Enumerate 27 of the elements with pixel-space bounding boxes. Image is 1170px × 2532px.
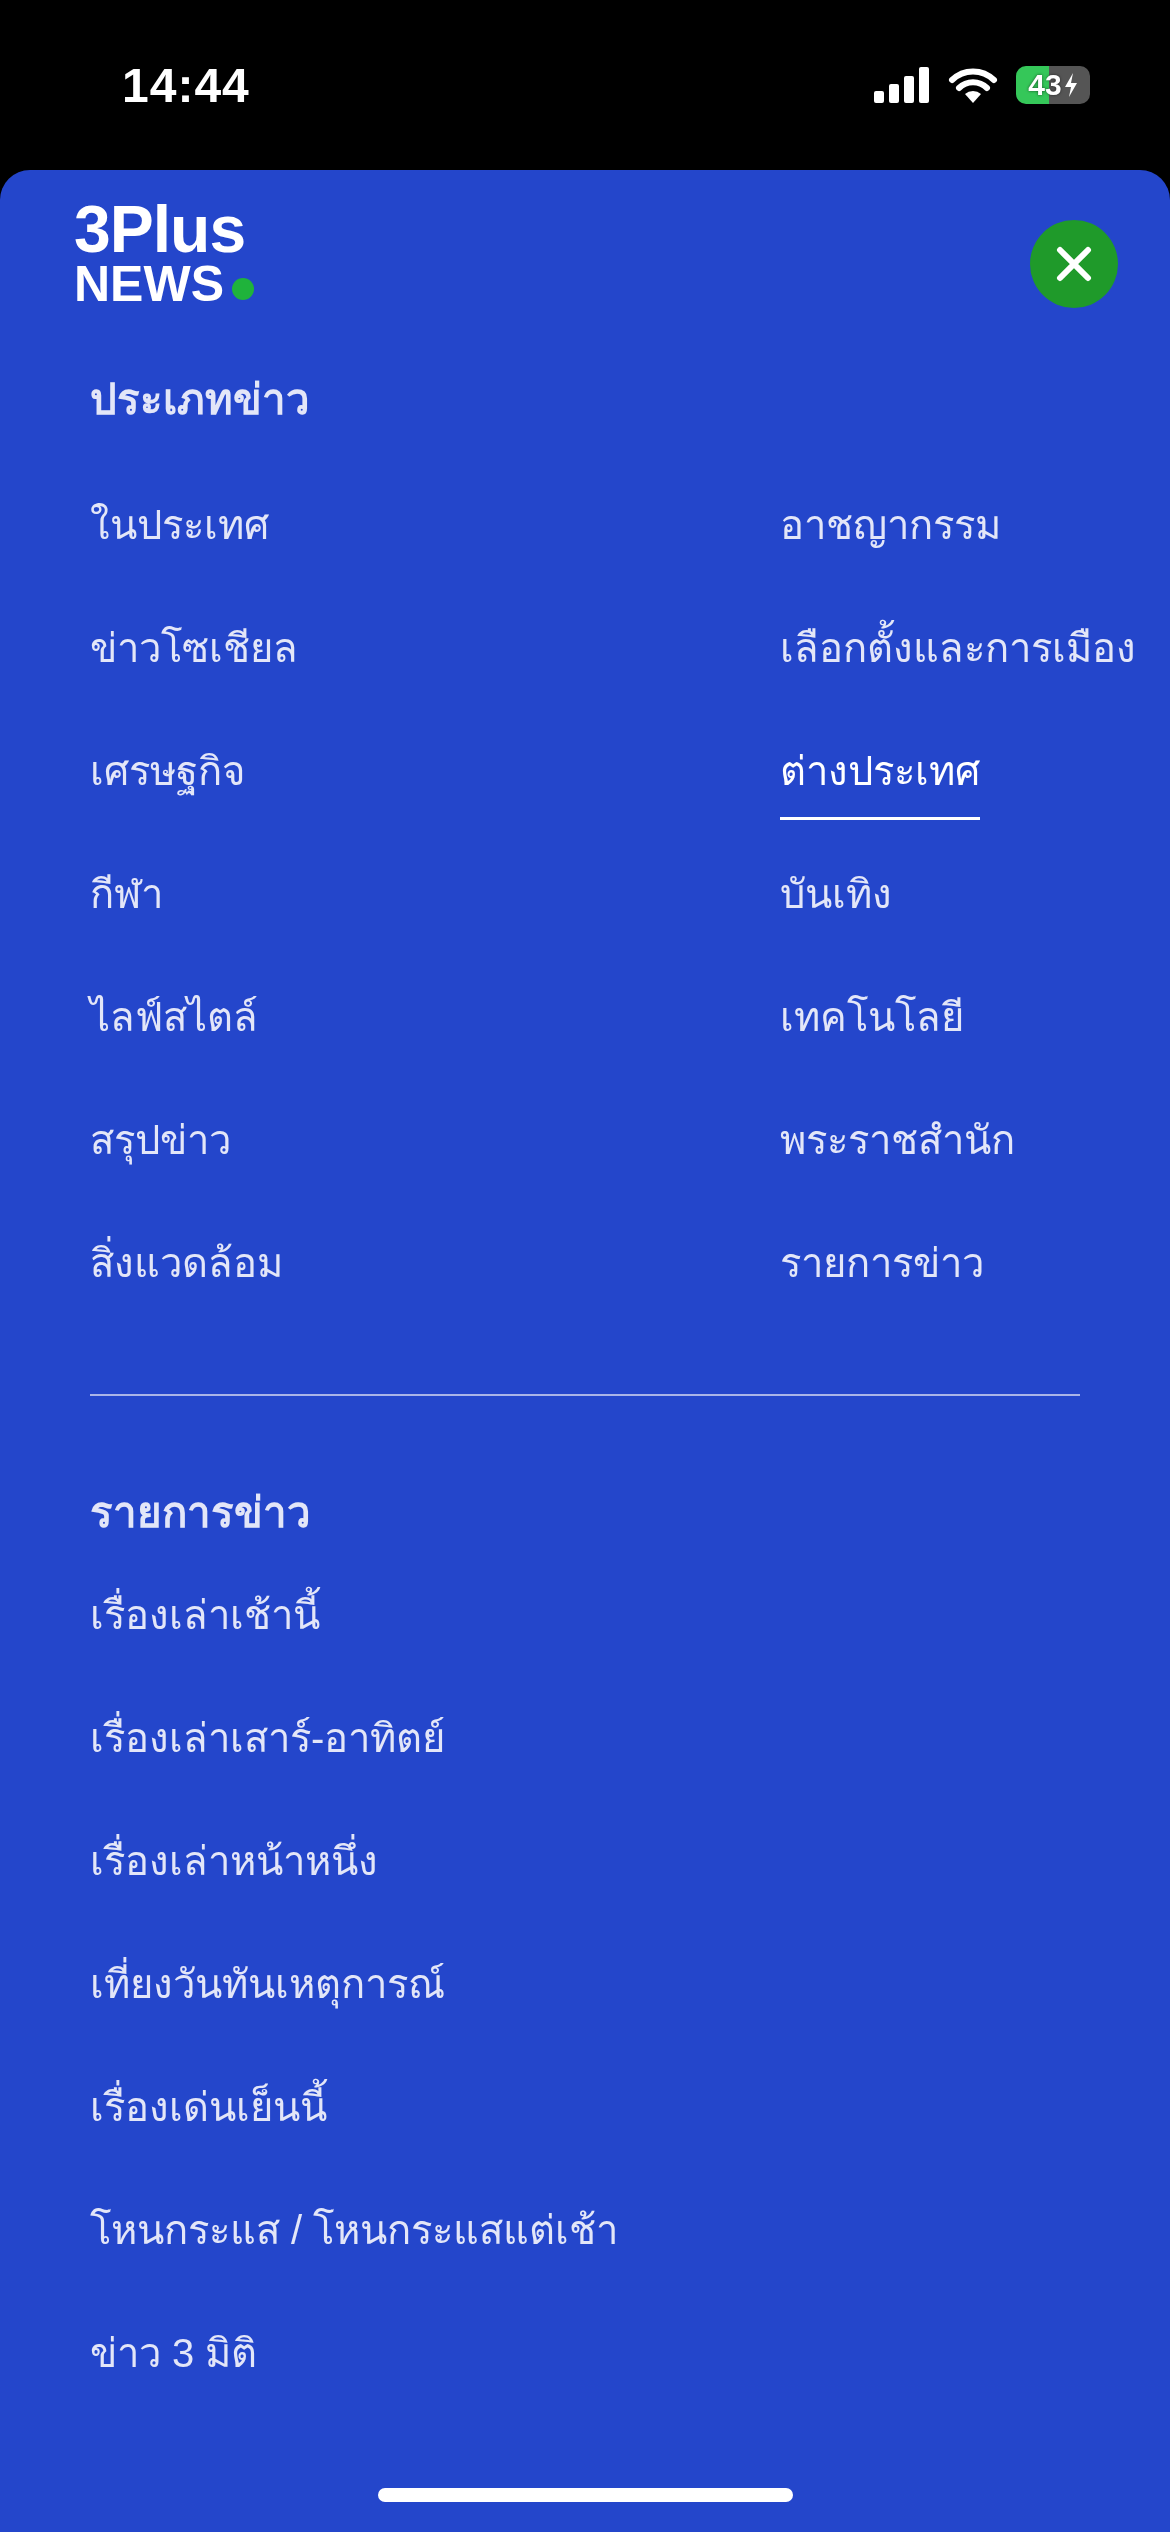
menu-link[interactable]: สิ่งแวดล้อม: [90, 1231, 283, 1313]
menu-link[interactable]: ข่าว 3 มิติ: [90, 2321, 258, 2403]
menu-link[interactable]: บันเทิง: [780, 862, 892, 944]
menu-link[interactable]: เรื่องเล่าเสาร์-อาทิตย์: [90, 1706, 446, 1788]
status-time: 14:44: [122, 57, 250, 113]
menu-link[interactable]: เลือกตั้งและการเมือง: [780, 616, 1136, 698]
menu-link[interactable]: อาชญากรรม: [780, 493, 1001, 575]
wifi-icon: [948, 67, 998, 103]
menu-link[interactable]: กีฬา: [90, 862, 163, 944]
logo: 3Plus NEWS: [74, 198, 254, 309]
menu-link[interactable]: สรุปข่าว: [90, 1108, 231, 1190]
menu-link[interactable]: รายการข่าว: [780, 1231, 984, 1313]
section-heading: ประเภทข่าว: [90, 375, 311, 426]
menu-link[interactable]: ต่างประเทศ: [780, 739, 980, 821]
signal-icon: [874, 67, 930, 103]
close-icon: [1056, 246, 1092, 282]
menu-link[interactable]: โหนกระแส / โหนกระแสแต่เช้า: [90, 2198, 619, 2280]
menu-link[interactable]: เรื่องเล่าเช้านี้: [90, 1583, 320, 1665]
menu-link[interactable]: เที่ยงวันทันเหตุการณ์: [90, 1952, 445, 2034]
menu-link[interactable]: เรื่องเด่นเย็นนี้: [90, 2075, 327, 2157]
menu-link[interactable]: เศรษฐกิจ: [90, 739, 245, 821]
menu-link[interactable]: ข่าวโซเชียล: [90, 616, 298, 698]
menu-link[interactable]: เรื่องเล่าหน้าหนึ่ง: [90, 1829, 378, 1911]
menu-link[interactable]: พระราชสำนัก: [780, 1108, 1015, 1190]
menu-link[interactable]: เทคโนโลยี: [780, 985, 964, 1067]
section-heading: รายการข่าว: [90, 1488, 312, 1539]
menu-link[interactable]: ในประเทศ: [90, 493, 269, 575]
